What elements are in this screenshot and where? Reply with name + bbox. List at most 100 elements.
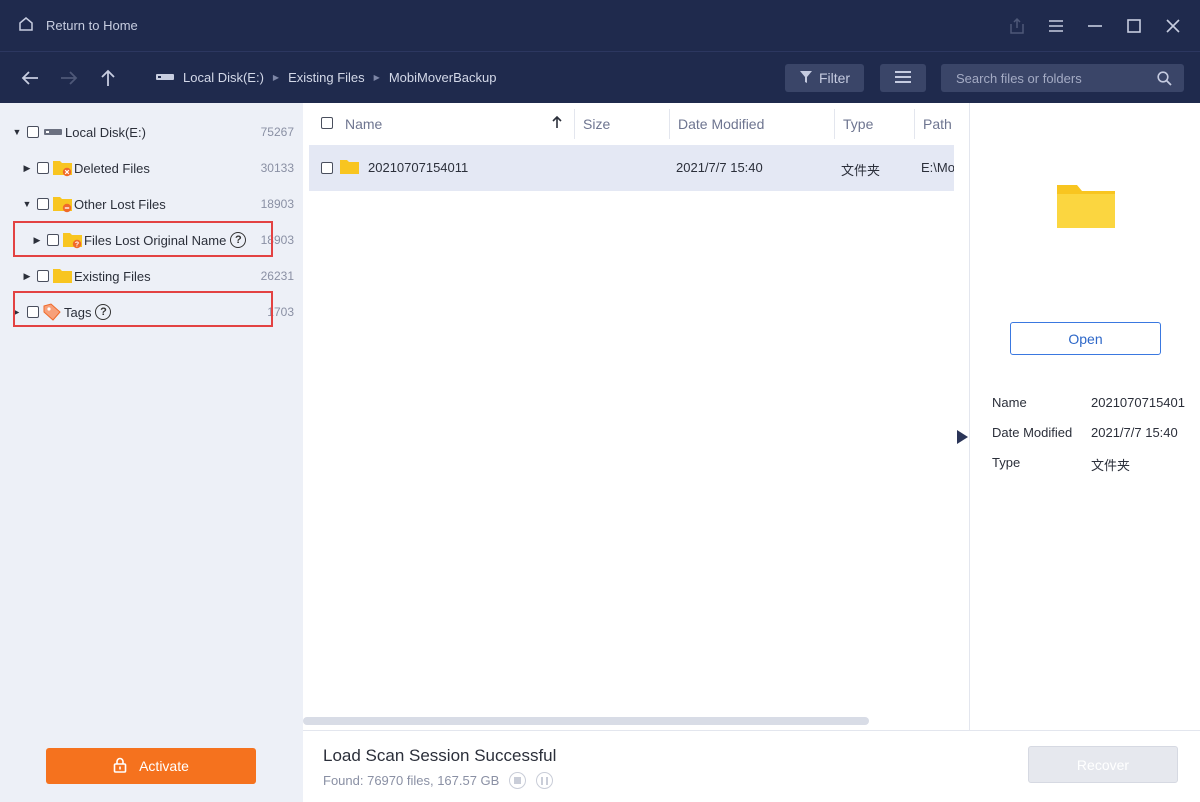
back-arrow-icon[interactable] <box>10 58 49 98</box>
property-value: 文件夹 <box>1091 458 1131 473</box>
breadcrumb-separator-icon: ▶ <box>373 73 380 82</box>
return-home-button[interactable]: Return to Home <box>18 16 138 35</box>
view-menu-button[interactable] <box>880 64 926 92</box>
status-title: Load Scan Session Successful <box>323 746 557 765</box>
title-bar: Return to Home <box>0 0 1200 52</box>
column-label: Size <box>583 115 611 132</box>
found-summary: Found: 76970 files, 167.57 GB <box>323 773 500 788</box>
highlight-box-tags <box>13 291 273 327</box>
search-box <box>941 64 1184 92</box>
column-divider <box>574 109 575 139</box>
preview-panel: Open Name 2021070715401 Date Modified 20… <box>969 103 1200 730</box>
open-label: Open <box>1068 330 1103 347</box>
checkbox[interactable] <box>37 162 49 174</box>
file-count: 18903 <box>260 197 294 211</box>
column-divider <box>914 109 915 139</box>
column-header-path[interactable]: Path <box>923 103 952 144</box>
window-controls <box>997 0 1192 52</box>
filter-icon <box>799 70 813 87</box>
forward-arrow-icon[interactable] <box>49 58 88 98</box>
close-icon[interactable] <box>1153 0 1192 52</box>
breadcrumb-label: MobiMoverBackup <box>388 70 497 85</box>
select-all-checkbox[interactable] <box>321 117 333 129</box>
property-value: 2021/7/7 15:40 <box>1091 425 1178 440</box>
breadcrumb-item-drive[interactable]: Local Disk(E:) <box>155 70 264 85</box>
column-header-size[interactable]: Size <box>583 103 610 144</box>
file-list-panel: Name Size Date Modified Type Path 202107… <box>303 103 969 730</box>
folder-lost-icon <box>52 195 74 213</box>
sidebar-item-local-disk[interactable]: ▼ Local Disk(E:) 75267 <box>0 114 303 150</box>
cell-path: E:\Mo <box>921 160 954 175</box>
navigation-bar: Local Disk(E:) ▶ Existing Files ▶ MobiMo… <box>0 52 1200 103</box>
collapse-preview-icon[interactable] <box>955 429 969 445</box>
sidebar-item-existing-files[interactable]: ▶ Existing Files 26231 <box>0 258 303 294</box>
home-icon <box>18 16 34 35</box>
column-header-name[interactable]: Name <box>345 103 382 144</box>
return-home-label: Return to Home <box>46 18 138 33</box>
list-header: Name Size Date Modified Type Path <box>303 103 969 144</box>
drive-icon <box>44 127 62 137</box>
sidebar-item-label: Local Disk(E:) <box>65 124 146 140</box>
column-divider <box>834 109 835 139</box>
row-checkbox[interactable] <box>321 162 333 174</box>
folder-icon <box>52 267 74 285</box>
column-label: Name <box>345 115 383 132</box>
table-row[interactable]: 20210707154011 2021/7/7 15:40 文件夹 E:\Mo <box>309 145 954 191</box>
folder-preview-icon <box>1055 182 1117 230</box>
activate-button[interactable]: Activate <box>46 748 256 784</box>
column-label: Type <box>843 115 874 132</box>
pause-icon[interactable] <box>536 772 554 789</box>
checkbox[interactable] <box>27 126 39 138</box>
open-button[interactable]: Open <box>1010 322 1161 355</box>
export-icon[interactable] <box>997 0 1036 52</box>
property-value: 2021070715401 <box>1091 395 1185 410</box>
column-header-date-modified[interactable]: Date Modified <box>678 103 764 144</box>
property-label: Name <box>992 395 1027 410</box>
checkbox[interactable] <box>37 270 49 282</box>
property-label: Date Modified <box>992 425 1073 440</box>
sidebar-item-label: Deleted Files <box>74 160 150 176</box>
collapsed-triangle-icon[interactable]: ▶ <box>22 271 32 282</box>
menu-icon[interactable] <box>1036 0 1075 52</box>
breadcrumb-label: Existing Files <box>288 70 365 85</box>
folder-icon <box>339 158 361 176</box>
collapsed-triangle-icon[interactable]: ▶ <box>22 163 32 174</box>
sort-ascending-icon[interactable] <box>552 115 562 132</box>
breadcrumb-item-current[interactable]: MobiMoverBackup <box>389 70 497 85</box>
filter-button[interactable]: Filter <box>785 64 864 92</box>
sidebar-item-deleted-files[interactable]: ▶ Deleted Files 30133 <box>0 150 303 186</box>
sidebar: ▼ Local Disk(E:) 75267 ▶ Deleted Files 3… <box>0 103 303 802</box>
up-arrow-icon[interactable] <box>88 58 127 98</box>
highlight-box-lost-original-name <box>13 221 273 257</box>
sidebar-item-other-lost-files[interactable]: ▼ Other Lost Files 18903 <box>0 186 303 222</box>
checkbox[interactable] <box>37 198 49 210</box>
column-label: Path <box>923 115 952 132</box>
maximize-icon[interactable] <box>1114 0 1153 52</box>
recover-button[interactable]: Recover <box>1028 746 1178 783</box>
column-divider <box>669 109 670 139</box>
sidebar-item-label: Existing Files <box>74 268 151 284</box>
property-label: Type <box>992 455 1021 470</box>
file-count: 30133 <box>260 161 294 175</box>
column-header-type[interactable]: Type <box>843 103 873 144</box>
expand-triangle-icon[interactable]: ▼ <box>22 199 32 209</box>
breadcrumb-item-existing[interactable]: Existing Files <box>288 70 365 85</box>
filter-label: Filter <box>818 70 851 86</box>
cell-type: 文件夹 <box>841 163 881 178</box>
cell-name: 20210707154011 <box>368 160 469 175</box>
breadcrumb-separator-icon: ▶ <box>272 73 280 82</box>
recover-label: Recover <box>1076 756 1130 773</box>
search-input[interactable] <box>941 70 1146 86</box>
minimize-icon[interactable] <box>1075 0 1114 52</box>
folder-deleted-icon <box>52 159 74 177</box>
file-count: 75267 <box>260 125 294 139</box>
horizontal-scrollbar[interactable] <box>303 717 869 725</box>
search-icon[interactable] <box>1157 70 1172 86</box>
list-view-icon <box>894 70 912 87</box>
sidebar-item-label: Other Lost Files <box>74 196 166 212</box>
stop-icon[interactable] <box>509 772 527 789</box>
breadcrumb-label: Local Disk(E:) <box>183 70 264 85</box>
lock-icon <box>113 757 127 776</box>
expand-triangle-icon[interactable]: ▼ <box>12 127 22 137</box>
status-bar: Load Scan Session Successful Found: 7697… <box>303 730 1200 802</box>
